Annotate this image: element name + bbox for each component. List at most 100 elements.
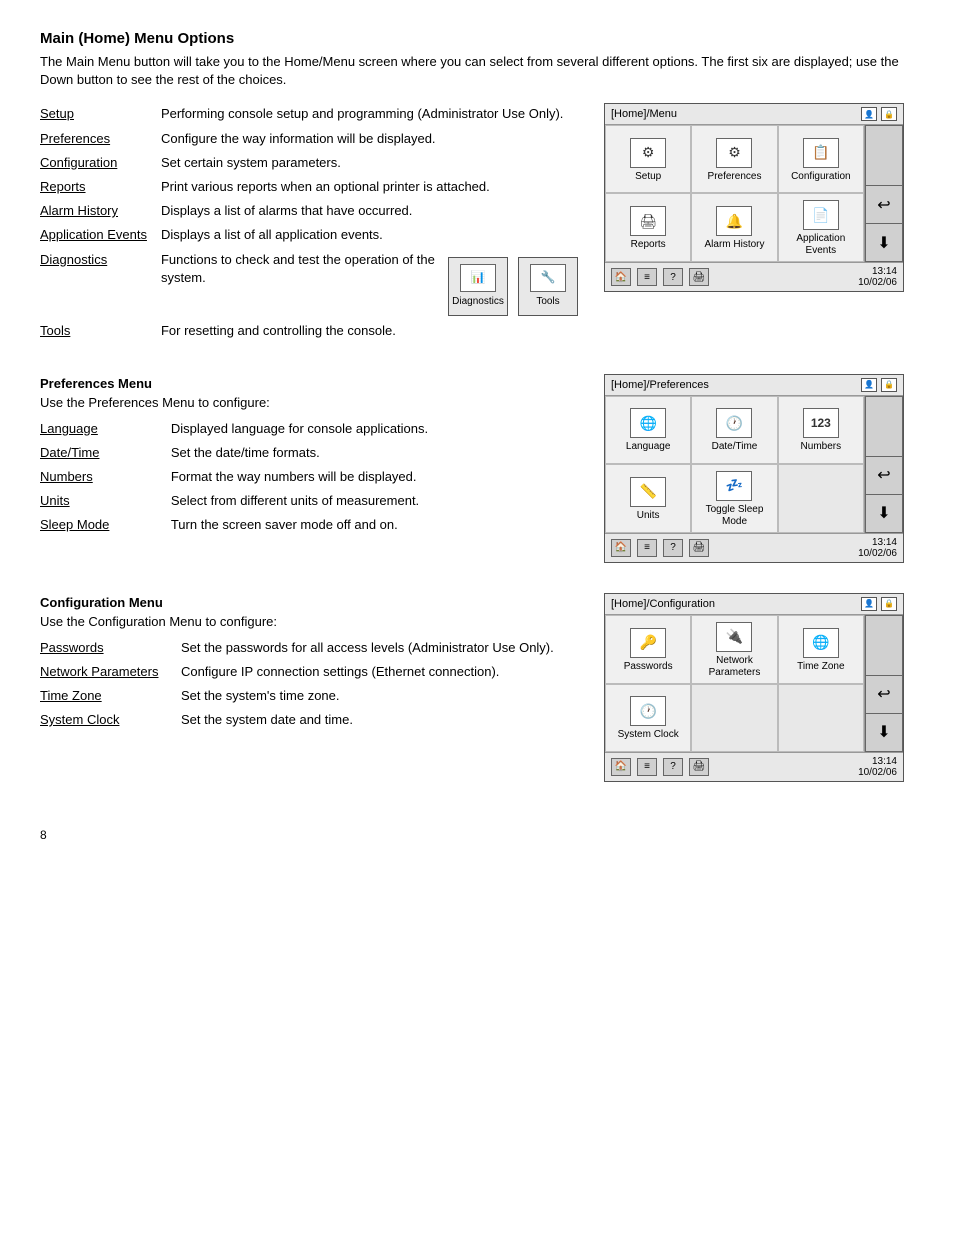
- list-item: Passwords Set the passwords for all acce…: [40, 637, 584, 661]
- passwords-label: Passwords: [624, 661, 673, 673]
- grid-cell-alarm-history[interactable]: 🔔 Alarm History: [691, 193, 777, 262]
- lock-icon: 🔒: [881, 107, 897, 121]
- item-desc: Print various reports when an optional p…: [161, 176, 584, 200]
- grid-cell-empty-1: [691, 684, 777, 752]
- grid-cell-system-clock[interactable]: 🕐 System Clock: [605, 684, 691, 752]
- screen-header: [Home]/Configuration 👤 🔒: [605, 594, 903, 615]
- print-footer-icon[interactable]: 🖨: [689, 758, 709, 776]
- list-item: Network Parameters Configure IP connecti…: [40, 661, 584, 685]
- screen-header: [Home]/Menu 👤 🔒: [605, 104, 903, 125]
- menu-footer-icon[interactable]: ≡: [637, 268, 657, 286]
- diagnostics-icon: 📊: [460, 264, 496, 292]
- preferences-label: Preferences: [708, 171, 762, 183]
- grid-cell-configuration[interactable]: 📋 Configuration: [778, 125, 864, 193]
- item-label: Language: [40, 418, 171, 442]
- item-desc: Turn the screen saver mode off and on.: [171, 514, 584, 538]
- home-footer-icon[interactable]: 🏠: [611, 268, 631, 286]
- help-footer-icon[interactable]: ?: [663, 539, 683, 557]
- lock-icon: 🔒: [881, 597, 897, 611]
- screen-body: ⚙ Setup ⚙ Preferences 📋 Configuration 🖨: [605, 125, 903, 262]
- item-desc: Set the passwords for all access levels …: [181, 637, 584, 661]
- configuration-intro: Use the Configuration Menu to configure:: [40, 614, 584, 629]
- down-btn[interactable]: ⬇: [865, 495, 903, 533]
- help-footer-icon[interactable]: ?: [663, 268, 683, 286]
- reports-icon: 🖨: [630, 206, 666, 236]
- grid-cell-units[interactable]: 📏 Units: [605, 464, 691, 533]
- item-label: Units: [40, 490, 171, 514]
- configuration-left: Configuration Menu Use the Configuration…: [40, 593, 584, 782]
- back-btn[interactable]: ↩: [865, 457, 903, 495]
- screen-footer: 🏠 ≡ ? 🖨 13:14 10/02/06: [605, 752, 903, 781]
- grid-cell-time-zone[interactable]: 🌐 Time Zone: [778, 615, 864, 684]
- timezone-icon: 🌐: [803, 628, 839, 658]
- diagnostics-screen: 📊 Diagnostics: [448, 257, 508, 316]
- grid-cell-passwords[interactable]: 🔑 Passwords: [605, 615, 691, 684]
- item-label: Reports: [40, 176, 161, 200]
- grid-cell-setup[interactable]: ⚙ Setup: [605, 125, 691, 193]
- grid-cell-network-params[interactable]: 🔌 Network Parameters: [691, 615, 777, 684]
- home-menu-device: [Home]/Menu 👤 🔒 ⚙ Setup ⚙ Preferences: [604, 103, 904, 292]
- screen-title: [Home]/Configuration: [611, 598, 715, 610]
- list-item: Configuration Set certain system paramet…: [40, 152, 584, 176]
- grid-cell-numbers[interactable]: 123 Numbers: [778, 396, 864, 464]
- item-desc: Functions to check and test the operatio…: [161, 249, 584, 320]
- list-item: Date/Time Set the date/time formats.: [40, 442, 584, 466]
- menu-footer-icon[interactable]: ≡: [637, 758, 657, 776]
- grid-cell-reports[interactable]: 🖨 Reports: [605, 193, 691, 262]
- reports-label: Reports: [631, 239, 666, 251]
- home-footer-icon[interactable]: 🏠: [611, 539, 631, 557]
- side-buttons: ↩ ⬇: [865, 125, 903, 262]
- item-desc: Set certain system parameters.: [161, 152, 584, 176]
- lock-icon: 🔒: [881, 378, 897, 392]
- list-item: Sleep Mode Turn the screen saver mode of…: [40, 514, 584, 538]
- side-buttons: ↩ ⬇: [865, 615, 903, 752]
- item-label: Date/Time: [40, 442, 171, 466]
- menu-footer-icon[interactable]: ≡: [637, 539, 657, 557]
- screen-header-right: 👤 🔒: [861, 107, 897, 121]
- item-desc: Set the system's time zone.: [181, 685, 584, 709]
- item-desc: Performing console setup and programming…: [161, 103, 584, 127]
- back-btn[interactable]: ↩: [865, 186, 903, 224]
- item-label: Configuration: [40, 152, 161, 176]
- main-menu-section: Setup Performing console setup and progr…: [40, 103, 914, 343]
- grid-area: 🌐 Language 🕐 Date/Time 123 Numbers 📏 Uni…: [605, 396, 865, 533]
- list-item: Tools For resetting and controlling the …: [40, 320, 584, 344]
- main-menu-left: Setup Performing console setup and progr…: [40, 103, 584, 343]
- alarm-history-label: Alarm History: [704, 239, 764, 251]
- list-item: Time Zone Set the system's time zone.: [40, 685, 584, 709]
- list-item: Numbers Format the way numbers will be d…: [40, 466, 584, 490]
- list-item: Preferences Configure the way informatio…: [40, 128, 584, 152]
- print-footer-icon[interactable]: 🖨: [689, 268, 709, 286]
- page-number: 8: [40, 828, 47, 842]
- screen-title: [Home]/Menu: [611, 108, 677, 120]
- network-label: Network Parameters: [696, 655, 772, 679]
- help-footer-icon[interactable]: ?: [663, 758, 683, 776]
- item-label: Application Events: [40, 224, 161, 248]
- list-item: Units Select from different units of mea…: [40, 490, 584, 514]
- item-label: Setup: [40, 103, 161, 127]
- configuration-label: Configuration: [791, 171, 850, 183]
- list-item: Application Events Displays a list of al…: [40, 224, 584, 248]
- grid-cell-preferences[interactable]: ⚙ Preferences: [691, 125, 777, 193]
- grid-cell-application-events[interactable]: 📄 Application Events: [778, 193, 864, 262]
- units-icon: 📏: [630, 477, 666, 507]
- date-display: 10/02/06: [858, 548, 897, 559]
- footer-time: 13:14 10/02/06: [858, 756, 897, 778]
- date-display: 10/02/06: [858, 767, 897, 778]
- grid-cell-language[interactable]: 🌐 Language: [605, 396, 691, 464]
- print-footer-icon[interactable]: 🖨: [689, 539, 709, 557]
- grid-cell-sleep-mode[interactable]: 💤 Toggle Sleep Mode: [691, 464, 777, 533]
- datetime-label: Date/Time: [712, 441, 758, 453]
- home-footer-icon[interactable]: 🏠: [611, 758, 631, 776]
- item-label: Alarm History: [40, 200, 161, 224]
- down-btn[interactable]: ⬇: [865, 714, 903, 752]
- date-display: 10/02/06: [858, 277, 897, 288]
- down-btn[interactable]: ⬇: [865, 224, 903, 262]
- setup-icon: ⚙: [630, 138, 666, 168]
- time-display: 13:14: [858, 537, 897, 548]
- alarm-history-icon: 🔔: [716, 206, 752, 236]
- item-label: Network Parameters: [40, 661, 181, 685]
- grid-cell-datetime[interactable]: 🕐 Date/Time: [691, 396, 777, 464]
- preferences-screen: [Home]/Preferences 👤 🔒 🌐 Language 🕐 Date…: [604, 374, 914, 563]
- back-btn[interactable]: ↩: [865, 676, 903, 714]
